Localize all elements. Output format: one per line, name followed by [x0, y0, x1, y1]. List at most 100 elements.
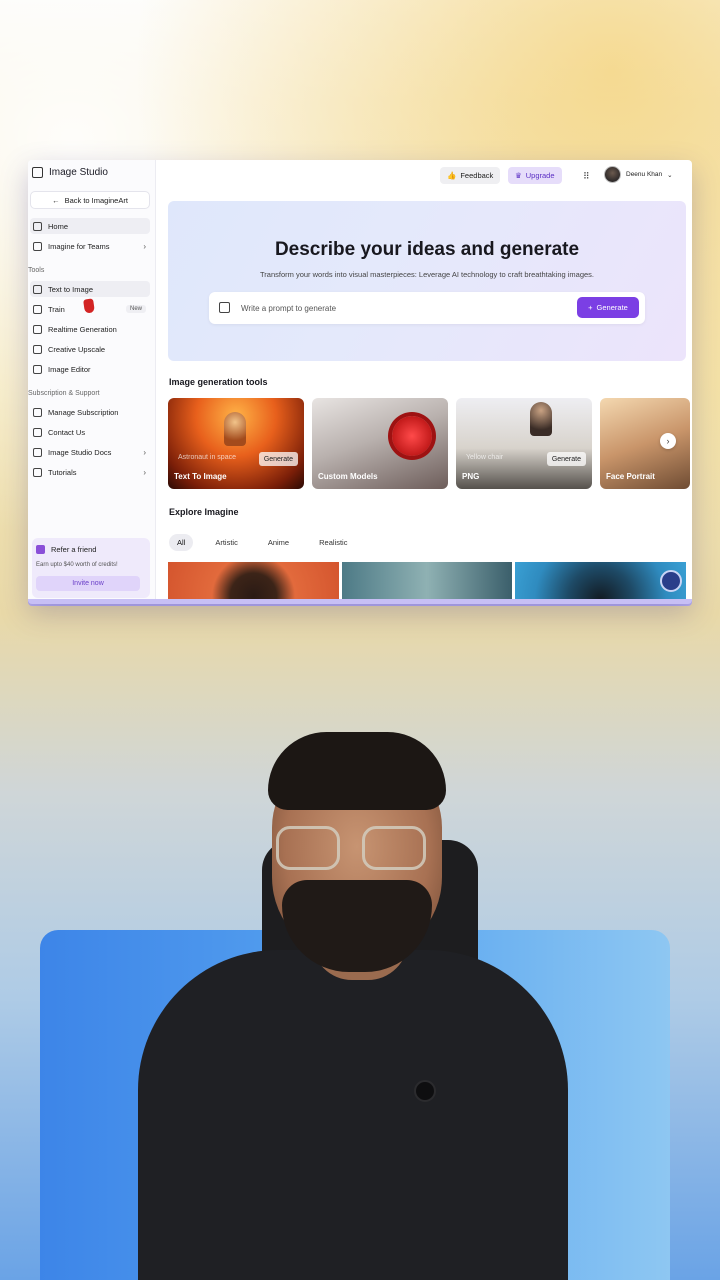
home-icon: [33, 221, 42, 231]
tools-section-title: Image generation tools: [169, 377, 268, 387]
avatar: [604, 166, 621, 183]
filter-artistic[interactable]: Artistic: [207, 534, 246, 551]
sidebar-item-label: Train: [48, 304, 65, 314]
sidebar-item-label: Text to Image: [48, 284, 94, 294]
main-content: 👍 Feedback ♛ Upgrade ⠿ Deenu Khan ⌄ Desc…: [156, 160, 692, 599]
apps-grid-icon[interactable]: ⠿: [583, 171, 590, 182]
sidebar-item-manage-subscription[interactable]: Manage Subscription: [30, 404, 150, 420]
sidebar: Image Studio ← Back to ImagineArt Home I…: [28, 160, 156, 599]
presenter-hair: [268, 732, 446, 810]
crown-icon: ♛: [515, 171, 522, 180]
sidebar-item-label: Realtime Generation: [48, 324, 117, 334]
card-mini-prompt: Astronaut in space: [178, 454, 236, 461]
tool-card-png[interactable]: Yellow chair Generate PNG: [456, 398, 592, 489]
card-mini-generate: Generate: [258, 452, 298, 466]
explore-filters: All Artistic Anime Realistic: [169, 534, 355, 551]
app-window: Image Studio ← Back to ImagineArt Home I…: [28, 160, 692, 604]
card-label: PNG: [462, 472, 480, 481]
prompt-input[interactable]: [241, 300, 541, 316]
refer-subtitle: Earn upto $40 worth of credits!: [36, 562, 118, 568]
sidebar-item-label: Tutorials: [48, 467, 77, 477]
train-icon: [33, 304, 42, 314]
brand: Image Studio: [32, 167, 108, 178]
sidebar-item-imagine-for-teams[interactable]: Imagine for Teams ›: [30, 238, 150, 254]
plus-icon: +: [588, 303, 593, 312]
tools-section-label: Tools: [28, 267, 45, 274]
tutorials-icon: [33, 467, 42, 477]
tool-card-face-portrait[interactable]: Face Portrait: [600, 398, 690, 489]
arrow-left-icon: ←: [52, 195, 60, 205]
teams-icon: [33, 241, 42, 251]
sidebar-item-realtime-generation[interactable]: Realtime Generation: [30, 321, 150, 337]
invite-now-button[interactable]: Invite now: [36, 576, 140, 591]
filter-all[interactable]: All: [169, 534, 194, 551]
image-studio-icon: [32, 167, 43, 178]
user-name: Deenu Khan: [626, 171, 663, 178]
sidebar-item-image-editor[interactable]: Image Editor: [30, 361, 150, 377]
card-label: Custom Models: [318, 472, 378, 481]
sidebar-item-text-to-image[interactable]: Text to Image: [30, 281, 150, 297]
sidebar-item-label: Manage Subscription: [48, 407, 119, 417]
sidebar-item-label: Image Editor: [48, 364, 91, 374]
filter-anime[interactable]: Anime: [260, 534, 297, 551]
lapel-mic: [414, 1080, 436, 1102]
card-label: Text To Image: [174, 472, 227, 481]
refer-a-friend-card: Refer a friend Earn upto $40 worth of cr…: [32, 538, 150, 598]
sidebar-item-label: Imagine for Teams: [48, 241, 110, 251]
upgrade-button[interactable]: ♛ Upgrade: [508, 167, 562, 184]
filter-realistic[interactable]: Realistic: [311, 534, 355, 551]
red-watch-image: [392, 416, 432, 456]
hero-title: Describe your ideas and generate: [274, 239, 580, 260]
chevron-right-icon: ›: [143, 447, 146, 457]
gift-icon: [36, 545, 45, 554]
tool-card-custom-models[interactable]: Custom Models: [312, 398, 448, 489]
presenter-glasses: [276, 826, 426, 870]
refer-title: Refer a friend: [51, 545, 97, 554]
explore-image[interactable]: [342, 562, 512, 599]
sidebar-item-image-studio-docs[interactable]: Image Studio Docs ›: [30, 444, 150, 460]
chevron-right-icon: ›: [143, 241, 146, 251]
chat-assistant-button[interactable]: [660, 570, 682, 592]
hero-banner: Describe your ideas and generate Transfo…: [168, 201, 686, 361]
generate-button[interactable]: + Generate: [577, 297, 639, 318]
chevron-right-icon: ›: [143, 467, 146, 477]
upgrade-label: Upgrade: [525, 171, 555, 180]
carousel-next-button[interactable]: ›: [660, 433, 676, 449]
person-image: [530, 402, 552, 436]
sidebar-item-label: Creative Upscale: [48, 344, 106, 354]
feedback-button[interactable]: 👍 Feedback: [440, 167, 501, 184]
explore-section-title: Explore Imagine: [169, 507, 239, 517]
sidebar-item-label: Contact Us: [48, 427, 86, 437]
subscription-icon: [33, 407, 42, 417]
sidebar-item-creative-upscale[interactable]: Creative Upscale: [30, 341, 150, 357]
card-mini-prompt: Yellow chair: [466, 454, 504, 461]
prompt-icon: [219, 302, 230, 313]
tool-card-text-to-image[interactable]: Astronaut in space Generate Text To Imag…: [168, 398, 304, 489]
user-menu[interactable]: Deenu Khan ⌄: [604, 166, 673, 183]
sidebar-item-label: Home: [48, 221, 69, 231]
support-section-label: Subscription & Support: [28, 390, 100, 397]
back-button-label: Back to ImagineArt: [64, 195, 128, 205]
upscale-icon: [33, 344, 42, 354]
chevron-down-icon: ⌄: [667, 171, 673, 179]
back-to-imagineart-button[interactable]: ← Back to ImagineArt: [30, 191, 150, 209]
astronaut-image: [224, 412, 246, 446]
text-to-image-icon: [33, 284, 42, 294]
sidebar-item-contact-us[interactable]: Contact Us: [30, 424, 150, 440]
presenter-torso: [138, 950, 568, 1280]
docs-icon: [33, 447, 42, 457]
prompt-bar: + Generate: [209, 292, 645, 324]
sidebar-item-label: Image Studio Docs: [48, 447, 112, 457]
sidebar-item-tutorials[interactable]: Tutorials ›: [30, 464, 150, 480]
explore-image[interactable]: [168, 562, 339, 599]
thumbs-up-icon: 👍: [447, 171, 457, 180]
generate-label: Generate: [596, 303, 628, 312]
realtime-icon: [33, 324, 42, 334]
card-mini-generate: Generate: [546, 452, 586, 466]
hero-subtitle: Transform your words into visual masterp…: [259, 270, 595, 279]
brand-label: Image Studio: [49, 167, 108, 178]
image-editor-icon: [33, 364, 42, 374]
new-badge: New: [125, 305, 146, 313]
card-label: Face Portrait: [606, 472, 655, 481]
sidebar-item-home[interactable]: Home: [30, 218, 150, 234]
